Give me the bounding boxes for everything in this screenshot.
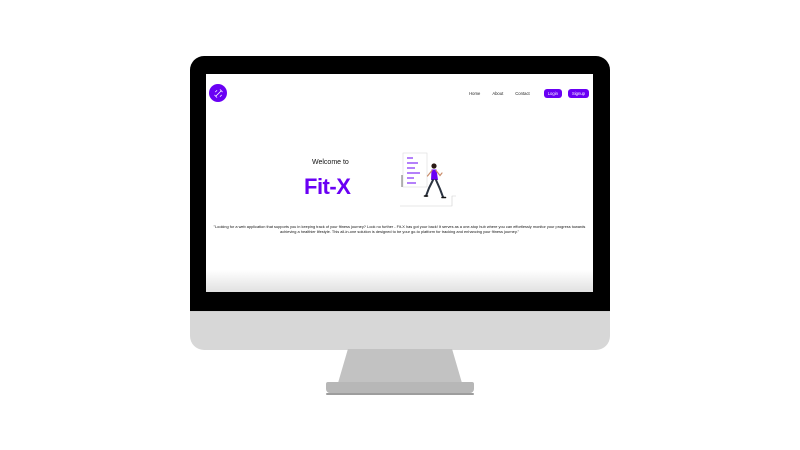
monitor-screen: Home About Contact Login Signup Welcome … xyxy=(206,74,593,292)
signup-button[interactable]: Signup xyxy=(567,89,589,98)
monitor-chin xyxy=(190,311,610,350)
monitor-stand-base xyxy=(326,382,474,395)
top-navigation: Home About Contact Login Signup xyxy=(469,88,589,99)
login-button[interactable]: Login xyxy=(543,89,562,98)
nav-home-link[interactable]: Home xyxy=(469,91,480,96)
app-description: "Looking for a web application that supp… xyxy=(213,223,586,234)
nav-contact-link[interactable]: Contact xyxy=(515,91,529,96)
screen-bottom-fade xyxy=(206,270,593,292)
nav-about-link[interactable]: About xyxy=(492,91,503,96)
brand-title: Fit-X xyxy=(304,174,351,199)
monitor-stand-neck xyxy=(338,349,462,383)
dumbbell-logo-icon[interactable] xyxy=(209,84,227,102)
welcome-text: Welcome to xyxy=(312,159,349,166)
running-man-checklist-illustration xyxy=(396,152,466,212)
